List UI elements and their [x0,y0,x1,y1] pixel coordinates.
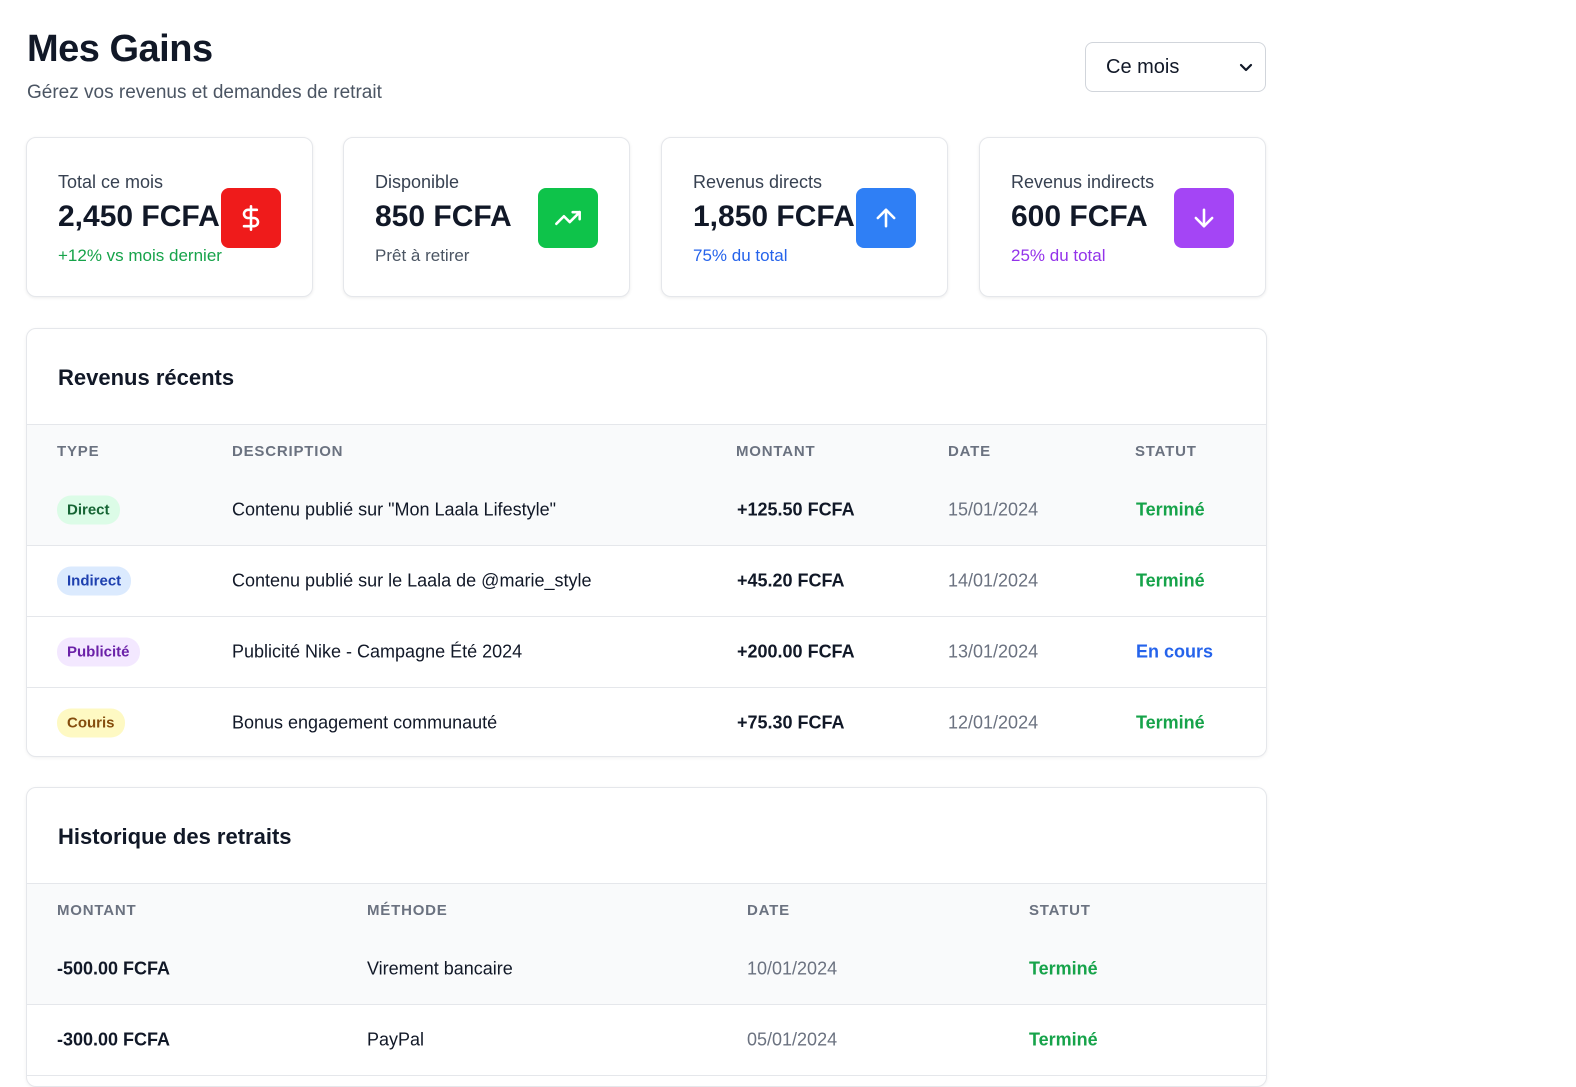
row-description: Contenu publié sur le Laala de @marie_st… [232,570,592,591]
row-date: 13/01/2024 [948,641,1039,662]
table-row[interactable]: -300.00 FCFA PayPal 05/01/2024 Terminé [27,1005,1266,1076]
row-status: Terminé [1029,958,1098,979]
table-row[interactable]: Couris Bonus engagement communauté +75.30 … [27,688,1266,756]
period-select[interactable]: Ce mois [1085,42,1266,92]
column-header-status: Statut [1135,443,1197,460]
row-status: Terminé [1136,570,1205,591]
row-date: 10/01/2024 [747,958,838,979]
chevron-down-icon [1239,63,1253,72]
stat-label: Disponible [375,172,460,192]
stat-label: Total ce mois [58,172,164,192]
recent-revenues-panel: Revenus récents Type Description Montant… [26,328,1267,757]
row-amount: +200.00 FCFA [737,641,855,662]
row-date: 12/01/2024 [948,712,1039,733]
dollar-icon [221,188,281,248]
stat-card: Disponible 850 FCFA Prêt à retirer [343,137,630,297]
table-row[interactable]: Indirect Contenu publié sur le Laala de @… [27,546,1266,617]
column-header-date: Date [747,902,790,919]
page-subtitle: Gérez vos revenus et demandes de retrait [27,82,382,103]
column-header-type: Type [57,443,100,460]
column-header-method: Méthode [367,902,448,919]
row-status: Terminé [1136,499,1205,520]
row-method: Virement bancaire [367,958,513,979]
stat-card: Revenus indirects 600 FCFA 25% du total [979,137,1266,297]
stat-value: 850 FCFA [375,200,512,233]
row-method: PayPal [367,1029,425,1050]
column-header-description: Description [232,443,344,460]
table-row[interactable]: Publicité Publicité Nike - Campagne Été 2… [27,617,1266,688]
row-description: Publicité Nike - Campagne Été 2024 [232,641,523,662]
column-header-amount: Montant [736,443,816,460]
row-date: 14/01/2024 [948,570,1039,591]
row-amount: -500.00 FCFA [57,958,171,979]
stat-value: 1,850 FCFA [693,200,855,233]
type-badge: Couris [57,708,125,738]
type-badge: Indirect [57,566,132,596]
column-header-date: Date [948,443,991,460]
stat-card: Total ce mois 2,450 FCFA +12% vs mois dern… [26,137,313,297]
stat-subtext: Prêt à retirer [375,246,470,265]
stat-subtext: +12% vs mois dernier [58,246,222,265]
table-row[interactable]: -500.00 FCFA Virement bancaire 10/01/2024 T… [27,934,1266,1005]
stat-value: 600 FCFA [1011,200,1148,233]
row-amount: +125.50 FCFA [737,499,855,520]
type-badge: Publicité [57,637,140,667]
row-amount: +45.20 FCFA [737,570,845,591]
row-date: 05/01/2024 [747,1029,838,1050]
row-description: Contenu publié sur "Mon Laala Lifestyle" [232,499,556,520]
type-badge: Direct [57,495,120,525]
stat-value: 2,450 FCFA [58,200,220,233]
stat-label: Revenus directs [693,172,823,192]
row-amount: +75.30 FCFA [737,712,845,733]
withdrawal-history-title: Historique des retraits [58,824,292,849]
stat-card: Revenus directs 1,850 FCFA 75% du total [661,137,948,297]
column-header-amount: Montant [57,902,137,919]
stat-subtext: 25% du total [1011,246,1106,265]
trending-up-icon [538,188,598,248]
arrow-down-icon [1174,188,1234,248]
row-amount: -300.00 FCFA [57,1029,171,1050]
arrow-up-icon [856,188,916,248]
withdrawal-history-panel: Historique des retraits Montant Méthode … [26,787,1267,1087]
stat-subtext: 75% du total [693,246,788,265]
period-select-value: Ce mois [1106,55,1180,78]
page-title: Mes Gains [27,28,213,70]
row-date: 15/01/2024 [948,499,1039,520]
column-header-status: Statut [1029,902,1091,919]
row-status: Terminé [1029,1029,1098,1050]
table-row[interactable]: Direct Contenu publié sur "Mon Laala Life… [27,475,1266,546]
stat-label: Revenus indirects [1011,172,1155,192]
row-status: En cours [1136,641,1214,662]
row-description: Bonus engagement communauté [232,712,498,733]
recent-revenues-title: Revenus récents [58,365,235,390]
row-status: Terminé [1136,712,1205,733]
